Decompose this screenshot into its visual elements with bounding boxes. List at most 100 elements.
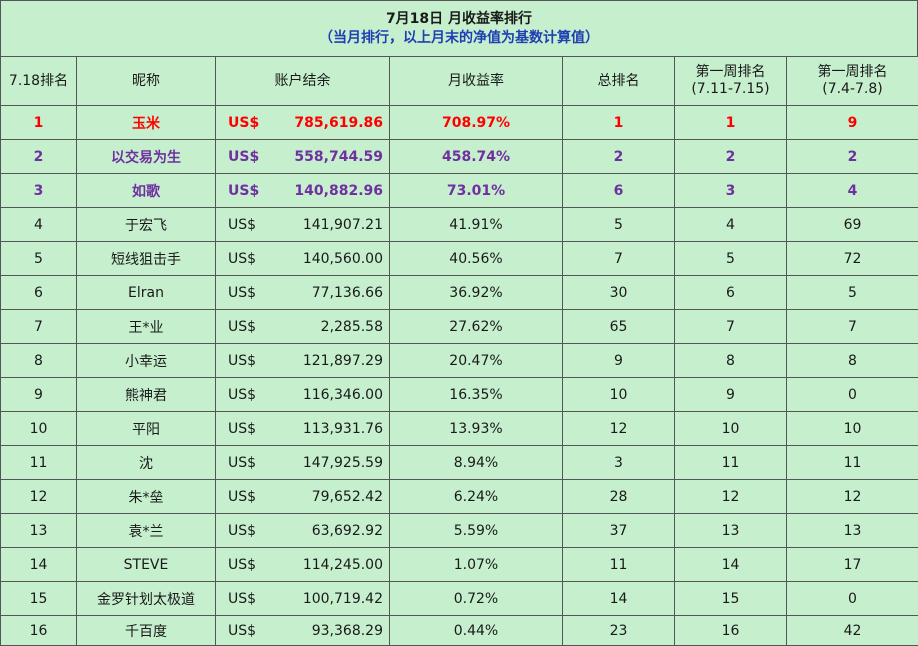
- cell-total-rank: 23: [563, 616, 675, 646]
- balance-wrapper: US$116,346.00: [216, 387, 389, 403]
- balance-amount: 785,619.86: [294, 115, 383, 131]
- cell-balance: US$116,346.00: [216, 378, 390, 412]
- cell-balance: US$147,925.59: [216, 446, 390, 480]
- cell-total-rank: 11: [563, 548, 675, 582]
- cell-rank: 15: [1, 582, 77, 616]
- cell-name: 沈: [77, 446, 216, 480]
- table-row: 6ElranUS$77,136.6636.92%3065: [1, 276, 918, 310]
- cell-rank: 3: [1, 174, 77, 208]
- cell-name: 小幸运: [77, 344, 216, 378]
- cell-total-rank: 9: [563, 344, 675, 378]
- cell-week0-rank: 8: [787, 344, 918, 378]
- cell-week0-rank: 0: [787, 378, 918, 412]
- cell-total-rank: 1: [563, 106, 675, 140]
- balance-wrapper: US$ 114,245.00: [216, 557, 389, 573]
- cell-week0-rank: 4: [787, 174, 918, 208]
- currency-label: US$: [228, 319, 256, 335]
- cell-week0-rank: 0: [787, 582, 918, 616]
- title-block: 7月18日 月收益率排行 （当月排行，以上月末的净值为基数计算值）: [0, 0, 918, 56]
- balance-amount: 2,285.58: [321, 319, 383, 335]
- cell-name: 王*业: [77, 310, 216, 344]
- balance-wrapper: US$63,692.92: [216, 523, 389, 539]
- cell-rank: 8: [1, 344, 77, 378]
- cell-name: 玉米: [77, 106, 216, 140]
- balance-wrapper: US$121,897.29: [216, 353, 389, 369]
- balance-wrapper: US$147,925.59: [216, 455, 389, 471]
- cell-week1-rank: 2: [675, 140, 787, 174]
- cell-name: 千百度: [77, 616, 216, 646]
- balance-wrapper: US$ 140,882.96: [216, 183, 389, 199]
- balance-amount: 63,692.92: [312, 523, 383, 539]
- cell-rank: 7: [1, 310, 77, 344]
- cell-balance: US$93,368.29: [216, 616, 390, 646]
- cell-balance: US$79,652.42: [216, 480, 390, 514]
- balance-amount: 113,931.76: [303, 421, 383, 437]
- currency-label: US$: [228, 421, 256, 437]
- cell-week1-rank: 14: [675, 548, 787, 582]
- cell-week0-rank: 2: [787, 140, 918, 174]
- balance-wrapper: US$ 2,285.58: [216, 319, 389, 335]
- cell-balance: US$77,136.66: [216, 276, 390, 310]
- cell-name: 如歌: [77, 174, 216, 208]
- header-return: 月收益率: [390, 57, 563, 106]
- currency-label: US$: [228, 557, 256, 573]
- cell-name: Elran: [77, 276, 216, 310]
- cell-return: 20.47%: [390, 344, 563, 378]
- balance-wrapper: US$79,652.42: [216, 489, 389, 505]
- balance-wrapper: US$785,619.86: [216, 115, 389, 131]
- header-week0-range: (7.4-7.8): [787, 81, 918, 98]
- table-row: 11沈US$147,925.598.94%31111: [1, 446, 918, 480]
- cell-week0-rank: 17: [787, 548, 918, 582]
- header-week1-rank: 第一周排名 (7.11-7.15): [675, 57, 787, 106]
- cell-week0-rank: 5: [787, 276, 918, 310]
- cell-name: 短线狙击手: [77, 242, 216, 276]
- cell-return: 1.07%: [390, 548, 563, 582]
- cell-return: 8.94%: [390, 446, 563, 480]
- table-row: 14STEVEUS$114,245.001.07%111417: [1, 548, 918, 582]
- currency-label: US$: [228, 217, 256, 233]
- balance-amount: 114,245.00: [303, 557, 383, 573]
- cell-return: 5.59%: [390, 514, 563, 548]
- cell-total-rank: 5: [563, 208, 675, 242]
- cell-total-rank: 3: [563, 446, 675, 480]
- header-total-rank: 总排名: [563, 57, 675, 106]
- table-row: 16千百度US$93,368.290.44%231642: [1, 616, 918, 646]
- cell-total-rank: 65: [563, 310, 675, 344]
- header-name: 昵称: [77, 57, 216, 106]
- currency-label: US$: [228, 387, 256, 403]
- header-row: 7.18排名 昵称 账户结余 月收益率 总排名 第一周排名 (7.11-7.15…: [1, 57, 918, 106]
- cell-week1-rank: 8: [675, 344, 787, 378]
- table-row: 15金罗针划太极道US$100,719.420.72%14150: [1, 582, 918, 616]
- currency-label: US$: [228, 455, 256, 471]
- ranking-sheet: 7月18日 月收益率排行 （当月排行，以上月末的净值为基数计算值） 7.18排名…: [0, 0, 918, 645]
- cell-return: 458.74%: [390, 140, 563, 174]
- balance-amount: 100,719.42: [303, 591, 383, 607]
- cell-return: 0.44%: [390, 616, 563, 646]
- cell-total-rank: 30: [563, 276, 675, 310]
- cell-name: 平阳: [77, 412, 216, 446]
- balance-wrapper: US$ 100,719.42: [216, 591, 389, 607]
- cell-rank: 13: [1, 514, 77, 548]
- balance-amount: 121,897.29: [303, 353, 383, 369]
- cell-balance: US$ 100,719.42: [216, 582, 390, 616]
- cell-name: 金罗针划太极道: [77, 582, 216, 616]
- cell-week1-rank: 1: [675, 106, 787, 140]
- table-row: 2以交易为生US$558,744.59458.74%222: [1, 140, 918, 174]
- table-row: 7王*业US$2,285.5827.62%6577: [1, 310, 918, 344]
- cell-week0-rank: 9: [787, 106, 918, 140]
- currency-label: US$: [228, 591, 256, 607]
- balance-amount: 140,882.96: [294, 183, 383, 199]
- cell-rank: 1: [1, 106, 77, 140]
- table-row: 13袁*兰US$63,692.925.59%371313: [1, 514, 918, 548]
- currency-label: US$: [228, 183, 259, 199]
- cell-balance: US$785,619.86: [216, 106, 390, 140]
- cell-name: 于宏飞: [77, 208, 216, 242]
- cell-balance: US$140,560.00: [216, 242, 390, 276]
- header-week1-label: 第一周排名: [675, 64, 786, 81]
- table-row: 9熊神君US$116,346.0016.35%1090: [1, 378, 918, 412]
- cell-balance: US$63,692.92: [216, 514, 390, 548]
- cell-week0-rank: 7: [787, 310, 918, 344]
- currency-label: US$: [228, 251, 256, 267]
- table-row: 1玉米US$785,619.86708.97%119: [1, 106, 918, 140]
- cell-rank: 6: [1, 276, 77, 310]
